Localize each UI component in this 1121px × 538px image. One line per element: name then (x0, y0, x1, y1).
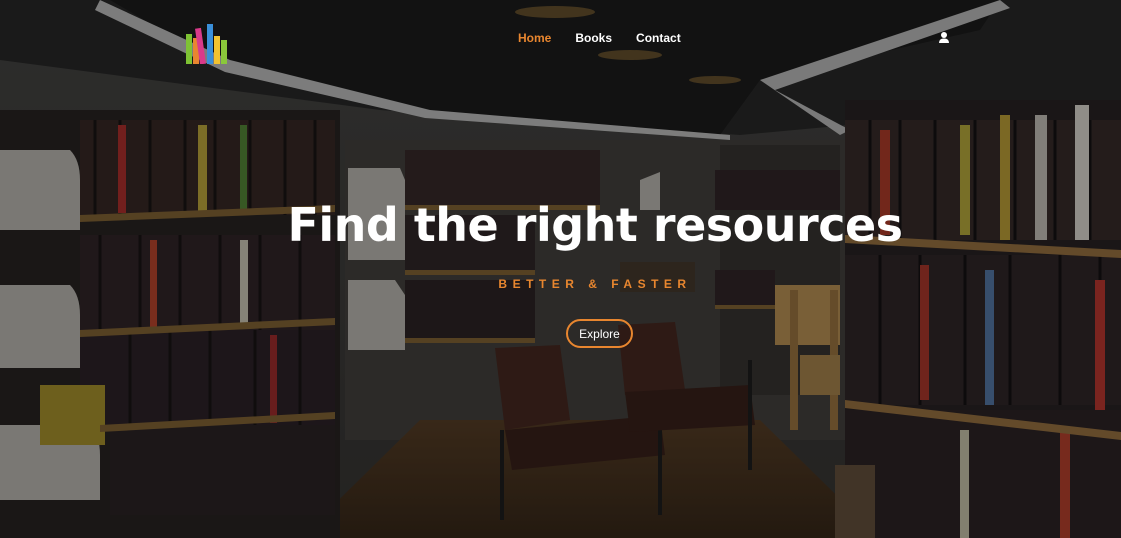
nav-item-contact[interactable]: Contact (636, 31, 681, 45)
main-nav: Home Books Contact (518, 31, 681, 45)
nav-item-books[interactable]: Books (575, 31, 612, 45)
hero-tagline: BETTER & FASTER (498, 277, 692, 291)
hero-section (0, 0, 1121, 538)
nav-item-home[interactable]: Home (518, 31, 551, 45)
books-logo-icon[interactable] (186, 24, 228, 64)
hero-title: Find the right resources (287, 198, 903, 252)
hero-dark-overlay (0, 0, 1121, 538)
explore-button[interactable]: Explore (566, 319, 633, 348)
user-icon[interactable] (936, 30, 952, 46)
